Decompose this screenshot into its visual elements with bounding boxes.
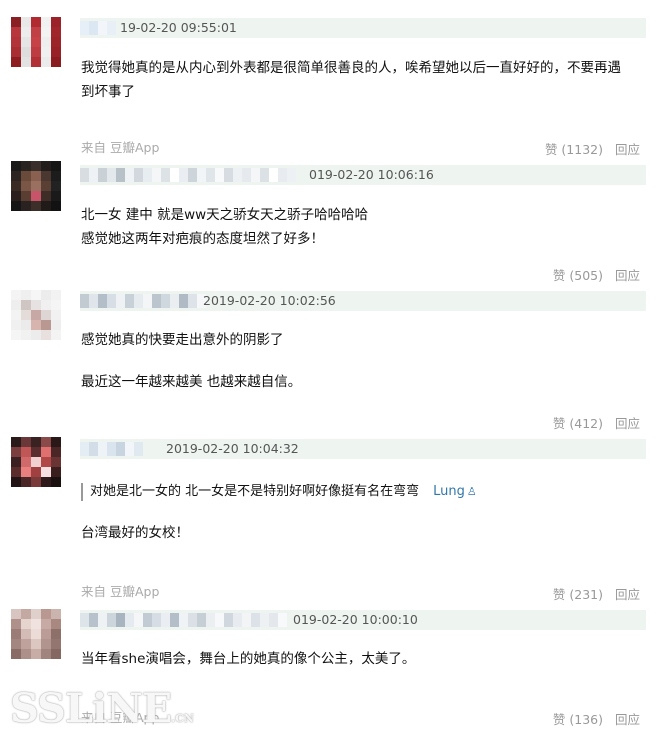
comment-source[interactable]: 来自 豆瓣App [81,137,159,156]
comment-timestamp: 2019-02-20 10:02:56 [203,293,336,308]
like-button[interactable]: 赞 (1132) [545,142,603,157]
comment-meta-bar: 2019-02-20 10:04:32 [80,439,646,459]
comment-text: 感觉她真的快要走出意外的阴影了 最近这一年越来越美 也越来越自信。 [81,332,302,390]
comment-text: 当年看she演唱会，舞台上的她真的像个公主，太美了。 [81,651,416,667]
comment-meta-bar: 2019-02-20 10:02:56 [80,291,646,311]
comment-source[interactable]: 来自 豆瓣App [81,581,159,600]
quoted-reply: 对她是北一女的 北一女是不是特别好啊好像挺有名在弯弯 Lung ♙ [81,483,477,501]
like-button[interactable]: 赞 (505) [553,268,603,283]
reply-button[interactable]: 回应 [615,268,640,283]
comment-text: 我觉得她真的是从内心到外表都是很简单很善良的人，唉希望她以后一直好好的，不要再遇… [81,60,621,100]
comment-timestamp: 019-02-20 10:00:10 [293,612,418,627]
reply-button[interactable]: 回应 [615,416,640,431]
username[interactable] [80,613,287,627]
avatar[interactable] [11,437,61,487]
comment-actions: 赞 (136) 回应 [553,709,640,728]
comment-text: 台湾最好的女校！ [81,525,189,541]
comment-meta-bar: 19-02-20 09:55:01 [80,18,646,38]
comment-timestamp: 019-02-20 10:06:16 [309,167,434,182]
comment-timestamp: 2019-02-20 10:04:32 [166,441,299,456]
comment-actions: 赞 (412) 回应 [553,413,640,432]
reply-button[interactable]: 回应 [615,712,640,727]
avatar[interactable] [11,290,61,340]
comment-actions: 赞 (1132) 回应 [545,139,640,158]
avatar[interactable] [11,161,61,211]
comment-text: 北一女 建中 就是ww天之骄女天之骄子哈哈哈哈 感觉她这两年对疤痕的态度坦然了好… [81,207,369,247]
username[interactable] [80,21,116,35]
quoted-author-link[interactable]: Lung [433,484,465,499]
site-watermark: SSLiNE.CN [10,685,194,732]
quoted-text: 对她是北一女的 北一女是不是特别好啊好像挺有名在弯弯 [90,484,420,499]
comment-actions: 赞 (231) 回应 [553,584,640,603]
like-button[interactable]: 赞 (136) [553,712,603,727]
comment-timestamp: 19-02-20 09:55:01 [120,20,237,35]
username[interactable] [80,442,143,456]
username[interactable] [80,294,206,308]
comment-meta-bar: 019-02-20 10:06:16 [80,165,646,185]
avatar[interactable] [11,17,61,67]
like-button[interactable]: 赞 (412) [553,416,603,431]
username[interactable] [80,168,296,182]
reply-button[interactable]: 回应 [615,587,640,602]
reply-button[interactable]: 回应 [615,142,640,157]
comment-actions: 赞 (505) 回应 [553,265,640,284]
comment-meta-bar: 019-02-20 10:00:10 [80,610,646,630]
user-icon: ♙ [466,485,477,498]
like-button[interactable]: 赞 (231) [553,587,603,602]
avatar[interactable] [11,609,61,659]
